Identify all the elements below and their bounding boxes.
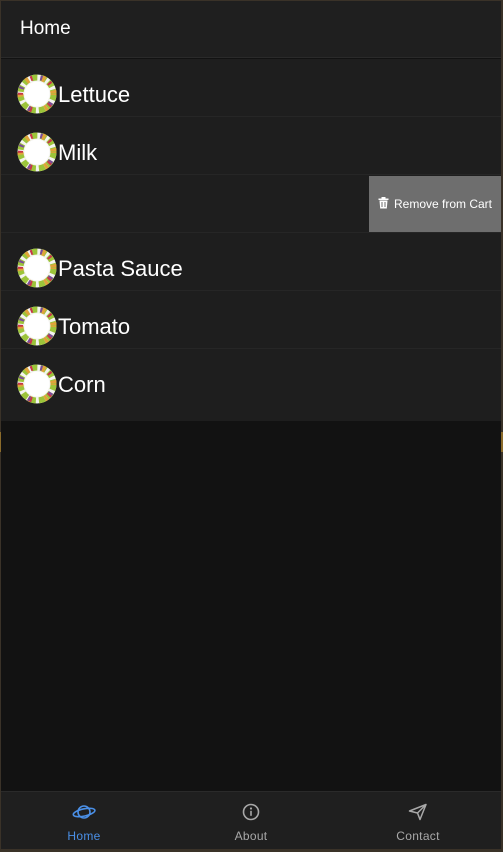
page-title: Home bbox=[20, 18, 71, 39]
vegetable-wreath-icon bbox=[17, 364, 57, 404]
tab-label: Home bbox=[67, 829, 101, 843]
vegetable-wreath-icon bbox=[17, 248, 57, 288]
info-circle-icon bbox=[242, 792, 260, 826]
app-frame: Home Lettuce Milk Remove from Cart Pasta… bbox=[1, 1, 501, 849]
list-item[interactable]: Corn bbox=[1, 349, 501, 421]
list-item[interactable]: Lettuce bbox=[1, 59, 501, 117]
remove-from-cart-label: Remove from Cart bbox=[393, 197, 493, 211]
item-label: Pasta Sauce bbox=[58, 256, 183, 281]
list-item[interactable]: Tomato bbox=[1, 291, 501, 349]
bottom-tab-bar: Home About Contact bbox=[1, 791, 501, 849]
item-label: Milk bbox=[58, 140, 98, 165]
frame-edge-mark bbox=[0, 432, 1, 452]
remove-from-cart-button[interactable]: Remove from Cart bbox=[369, 176, 501, 232]
list-item-swiped[interactable]: Remove from Cart bbox=[1, 175, 501, 233]
planet-icon bbox=[72, 792, 96, 826]
tab-label: Contact bbox=[396, 829, 440, 843]
send-icon bbox=[408, 792, 428, 826]
list-item[interactable]: Milk bbox=[1, 117, 501, 175]
vegetable-wreath-icon bbox=[17, 306, 57, 346]
vegetable-wreath-icon bbox=[17, 132, 57, 172]
item-label: Lettuce bbox=[58, 82, 131, 107]
tab-label: About bbox=[234, 829, 268, 843]
item-label: Tomato bbox=[58, 314, 131, 339]
app-header: Home bbox=[1, 1, 501, 58]
item-label: Corn bbox=[58, 372, 106, 397]
tab-home[interactable]: Home bbox=[1, 792, 167, 849]
cart-list: Lettuce Milk Remove from Cart Pasta Sauc… bbox=[1, 59, 501, 421]
tab-about[interactable]: About bbox=[168, 792, 334, 849]
tab-contact[interactable]: Contact bbox=[335, 792, 501, 849]
list-item[interactable]: Pasta Sauce bbox=[1, 233, 501, 291]
vegetable-wreath-icon bbox=[17, 74, 57, 114]
trash-icon bbox=[378, 196, 389, 212]
